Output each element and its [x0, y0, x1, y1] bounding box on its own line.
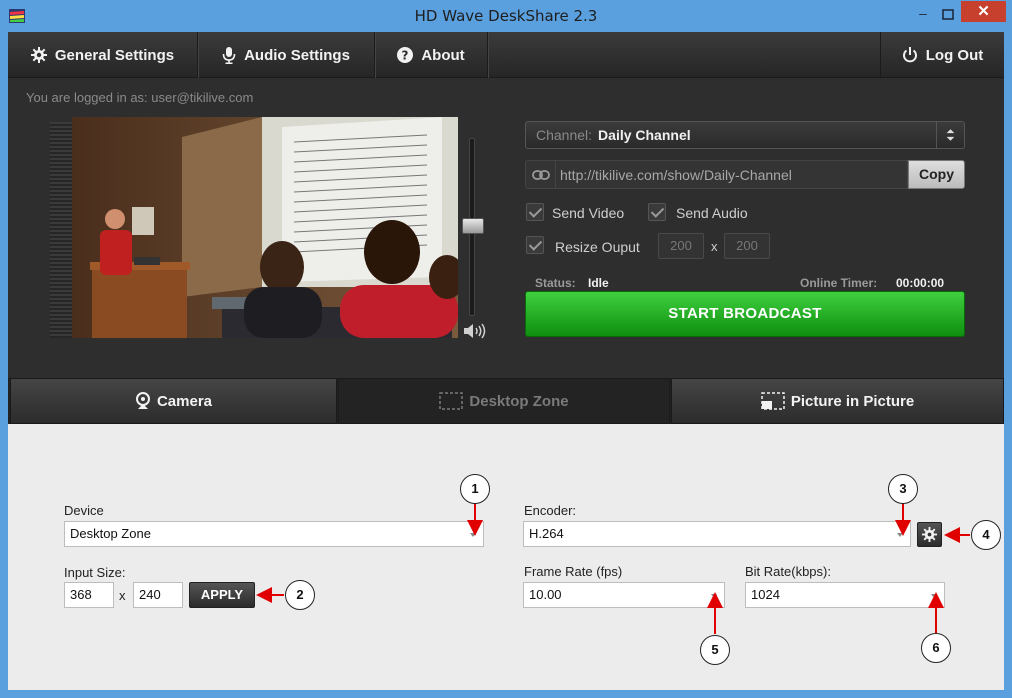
channel-label: Channel:	[536, 127, 593, 143]
close-button[interactable]: ✕	[961, 1, 1006, 22]
resize-height-input[interactable]: 200	[724, 233, 770, 259]
callout-2: 2	[285, 580, 315, 610]
callout-arrows	[256, 503, 970, 634]
status-bar: Status: Idle Online Timer: 00:00:00	[525, 274, 965, 290]
start-broadcast-button[interactable]: START BROADCAST	[525, 291, 965, 337]
online-timer-value: 00:00:00	[896, 276, 945, 290]
nav-audio-settings-label: Audio Settings	[244, 46, 350, 64]
source-tabs: Camera Desktop Zone Picture in Picture	[8, 378, 1004, 424]
maximize-button[interactable]	[938, 6, 958, 24]
tab-camera[interactable]: Camera	[10, 378, 337, 424]
nav-general-settings-label: General Settings	[54, 46, 175, 64]
tab-camera-label: Camera	[156, 392, 213, 410]
window-frame-right	[1004, 32, 1012, 698]
status-value: Idle	[588, 276, 609, 290]
select-arrows-icon	[936, 122, 955, 148]
online-timer-label: Online Timer:	[800, 276, 878, 290]
svg-text:?: ?	[402, 49, 409, 63]
tab-desktop-zone[interactable]: Desktop Zone	[338, 378, 670, 424]
channel-select[interactable]: Channel: Daily Channel	[525, 121, 965, 149]
gear-icon	[30, 47, 47, 63]
power-icon	[902, 47, 917, 63]
callout-1: 1	[460, 474, 490, 504]
window-frame-left	[0, 32, 8, 698]
send-video-label: Send Video	[552, 205, 625, 221]
volume-icon[interactable]	[463, 322, 487, 340]
link-icon	[526, 161, 556, 188]
audio-level-meter	[50, 122, 72, 338]
desktop-zone-settings: Device Desktop Zone Input Size: 368 x 24…	[8, 424, 1004, 690]
callout-3: 3	[888, 474, 918, 504]
desktop-zone-icon	[439, 392, 464, 410]
microphone-icon	[222, 46, 236, 64]
nav-general-settings[interactable]: General Settings	[8, 32, 198, 78]
window-frame-bottom	[0, 690, 1012, 698]
channel-value: Daily Channel	[598, 127, 691, 143]
nav-log-out-label: Log Out	[925, 46, 984, 64]
pip-icon	[761, 392, 785, 410]
resize-output-checkbox[interactable]	[526, 236, 544, 254]
logged-in-text: You are logged in as: user@tikilive.com	[26, 90, 254, 105]
minimize-button[interactable]: –	[913, 6, 933, 24]
callout-4: 4	[971, 520, 1001, 550]
preview-image	[72, 117, 458, 338]
top-nav: General Settings Audio Settings ? About …	[8, 32, 1004, 78]
tab-desktop-zone-label: Desktop Zone	[469, 392, 569, 410]
resize-x-separator: x	[711, 239, 718, 254]
share-url-text: http://tikilive.com/show/Daily-Channel	[560, 166, 792, 183]
send-audio-checkbox[interactable]	[648, 203, 666, 221]
window-title: HD Wave DeskShare 2.3	[414, 7, 598, 25]
status-label: Status:	[535, 276, 576, 290]
volume-slider-thumb[interactable]	[462, 218, 484, 234]
nav-audio-settings[interactable]: Audio Settings	[198, 32, 375, 78]
title-bar: HD Wave DeskShare 2.3 – ✕	[0, 0, 1012, 32]
tab-picture-in-picture[interactable]: Picture in Picture	[671, 378, 1004, 424]
broadcast-panel: You are logged in as: user@tikilive.com	[8, 78, 1004, 378]
nav-log-out[interactable]: Log Out	[881, 32, 1004, 78]
nav-about-label: About	[421, 46, 465, 64]
callout-6: 6	[921, 633, 951, 663]
nav-about[interactable]: ? About	[375, 32, 488, 78]
resize-output-label: Resize Ouput	[555, 239, 640, 255]
send-audio-label: Send Audio	[676, 205, 748, 221]
help-icon: ?	[397, 47, 414, 63]
resize-width-input[interactable]: 200	[658, 233, 704, 259]
video-preview	[72, 117, 458, 338]
callout-5: 5	[700, 635, 730, 665]
send-video-checkbox[interactable]	[526, 203, 544, 221]
tab-pip-label: Picture in Picture	[790, 392, 915, 410]
copy-url-button[interactable]: Copy	[908, 160, 965, 189]
share-url-field[interactable]: http://tikilive.com/show/Daily-Channel	[525, 160, 908, 189]
webcam-icon	[135, 392, 150, 409]
